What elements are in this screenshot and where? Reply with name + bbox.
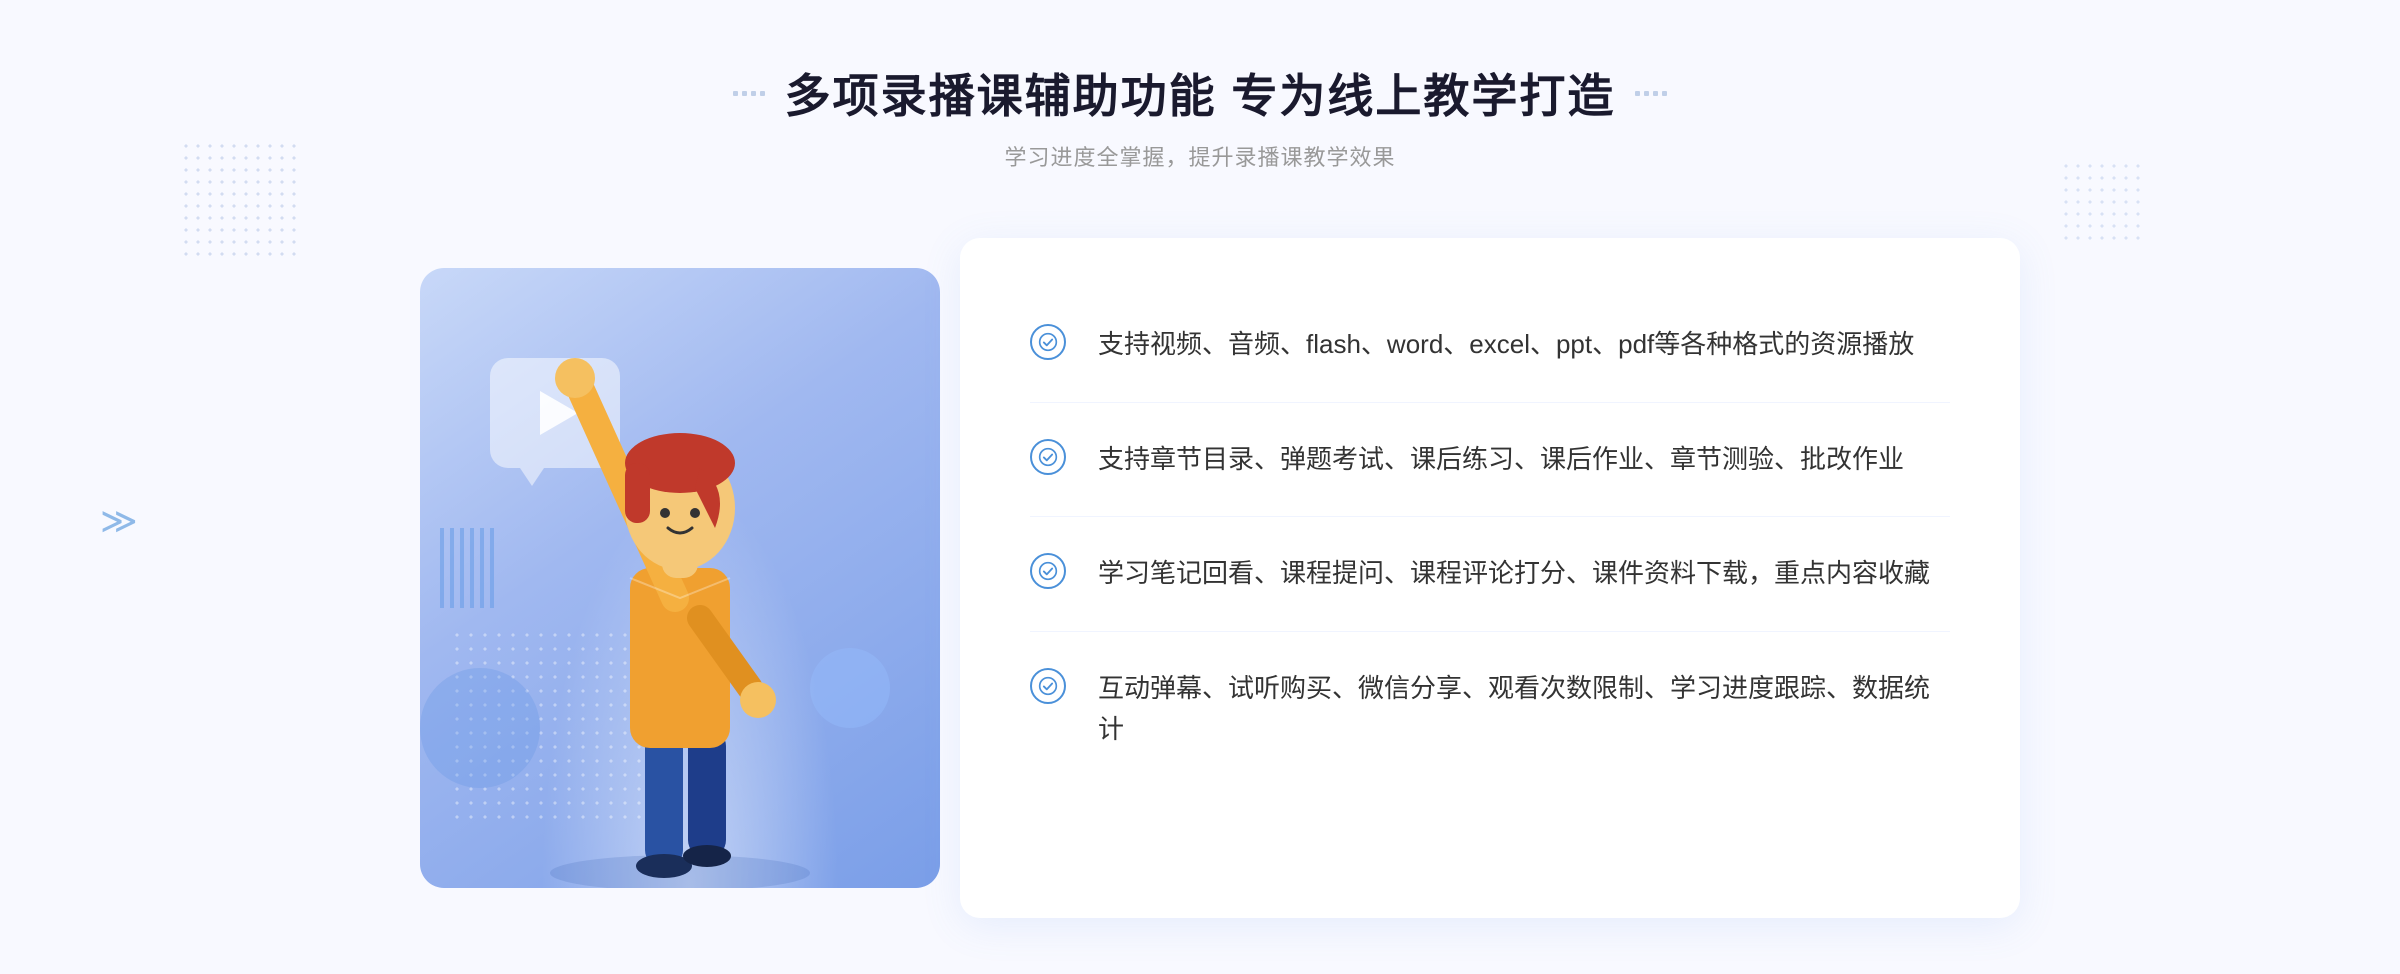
check-circle-3 — [1030, 553, 1066, 589]
feature-text-2: 支持章节目录、弹题考试、课后练习、课后作业、章节测验、批改作业 — [1098, 439, 1904, 481]
main-title: 多项录播课辅助功能 专为线上教学打造 — [785, 60, 1616, 126]
title-section: 多项录播课辅助功能 专为线上教学打造 学习进度全掌握，提升录播课教学效果 — [733, 60, 1668, 172]
check-circle-2 — [1030, 439, 1066, 475]
feature-text-1: 支持视频、音频、flash、word、excel、ppt、pdf等各种格式的资源… — [1098, 324, 1914, 366]
content-area: 支持视频、音频、flash、word、excel、ppt、pdf等各种格式的资源… — [380, 238, 2020, 918]
illustration-bg-card — [420, 268, 940, 888]
feature-item-1: 支持视频、音频、flash、word、excel、ppt、pdf等各种格式的资源… — [1030, 288, 1950, 403]
title-decorators: 多项录播课辅助功能 专为线上教学打造 — [733, 60, 1668, 126]
chevron-left-icon: ≫ — [100, 500, 138, 542]
feature-text-4: 互动弹幕、试听购买、微信分享、观看次数限制、学习进度跟踪、数据统计 — [1098, 668, 1950, 751]
check-circle-4 — [1030, 668, 1066, 704]
dots-decoration-left — [180, 140, 300, 260]
feature-item-4: 互动弹幕、试听购买、微信分享、观看次数限制、学习进度跟踪、数据统计 — [1030, 632, 1950, 787]
features-panel: 支持视频、音频、flash、word、excel、ppt、pdf等各种格式的资源… — [960, 238, 2020, 918]
title-deco-right — [1635, 91, 1667, 96]
stripe-decoration — [440, 528, 500, 608]
feature-item-3: 学习笔记回看、课程提问、课程评论打分、课件资料下载，重点内容收藏 — [1030, 517, 1950, 632]
feature-text-3: 学习笔记回看、课程提问、课程评论打分、课件资料下载，重点内容收藏 — [1098, 553, 1930, 595]
sub-title: 学习进度全掌握，提升录播课教学效果 — [733, 140, 1668, 172]
title-deco-left — [733, 91, 765, 96]
feature-item-2: 支持章节目录、弹题考试、课后练习、课后作业、章节测验、批改作业 — [1030, 403, 1950, 518]
person-illustration — [500, 308, 860, 888]
check-circle-1 — [1030, 324, 1066, 360]
dots-decoration-right — [2060, 160, 2140, 240]
page-container: ≫ 多项录播课辅助功能 专为线上教学打造 学习进度全掌握，提升录播课教学效果 — [0, 0, 2400, 974]
illustration-wrapper — [380, 238, 980, 918]
